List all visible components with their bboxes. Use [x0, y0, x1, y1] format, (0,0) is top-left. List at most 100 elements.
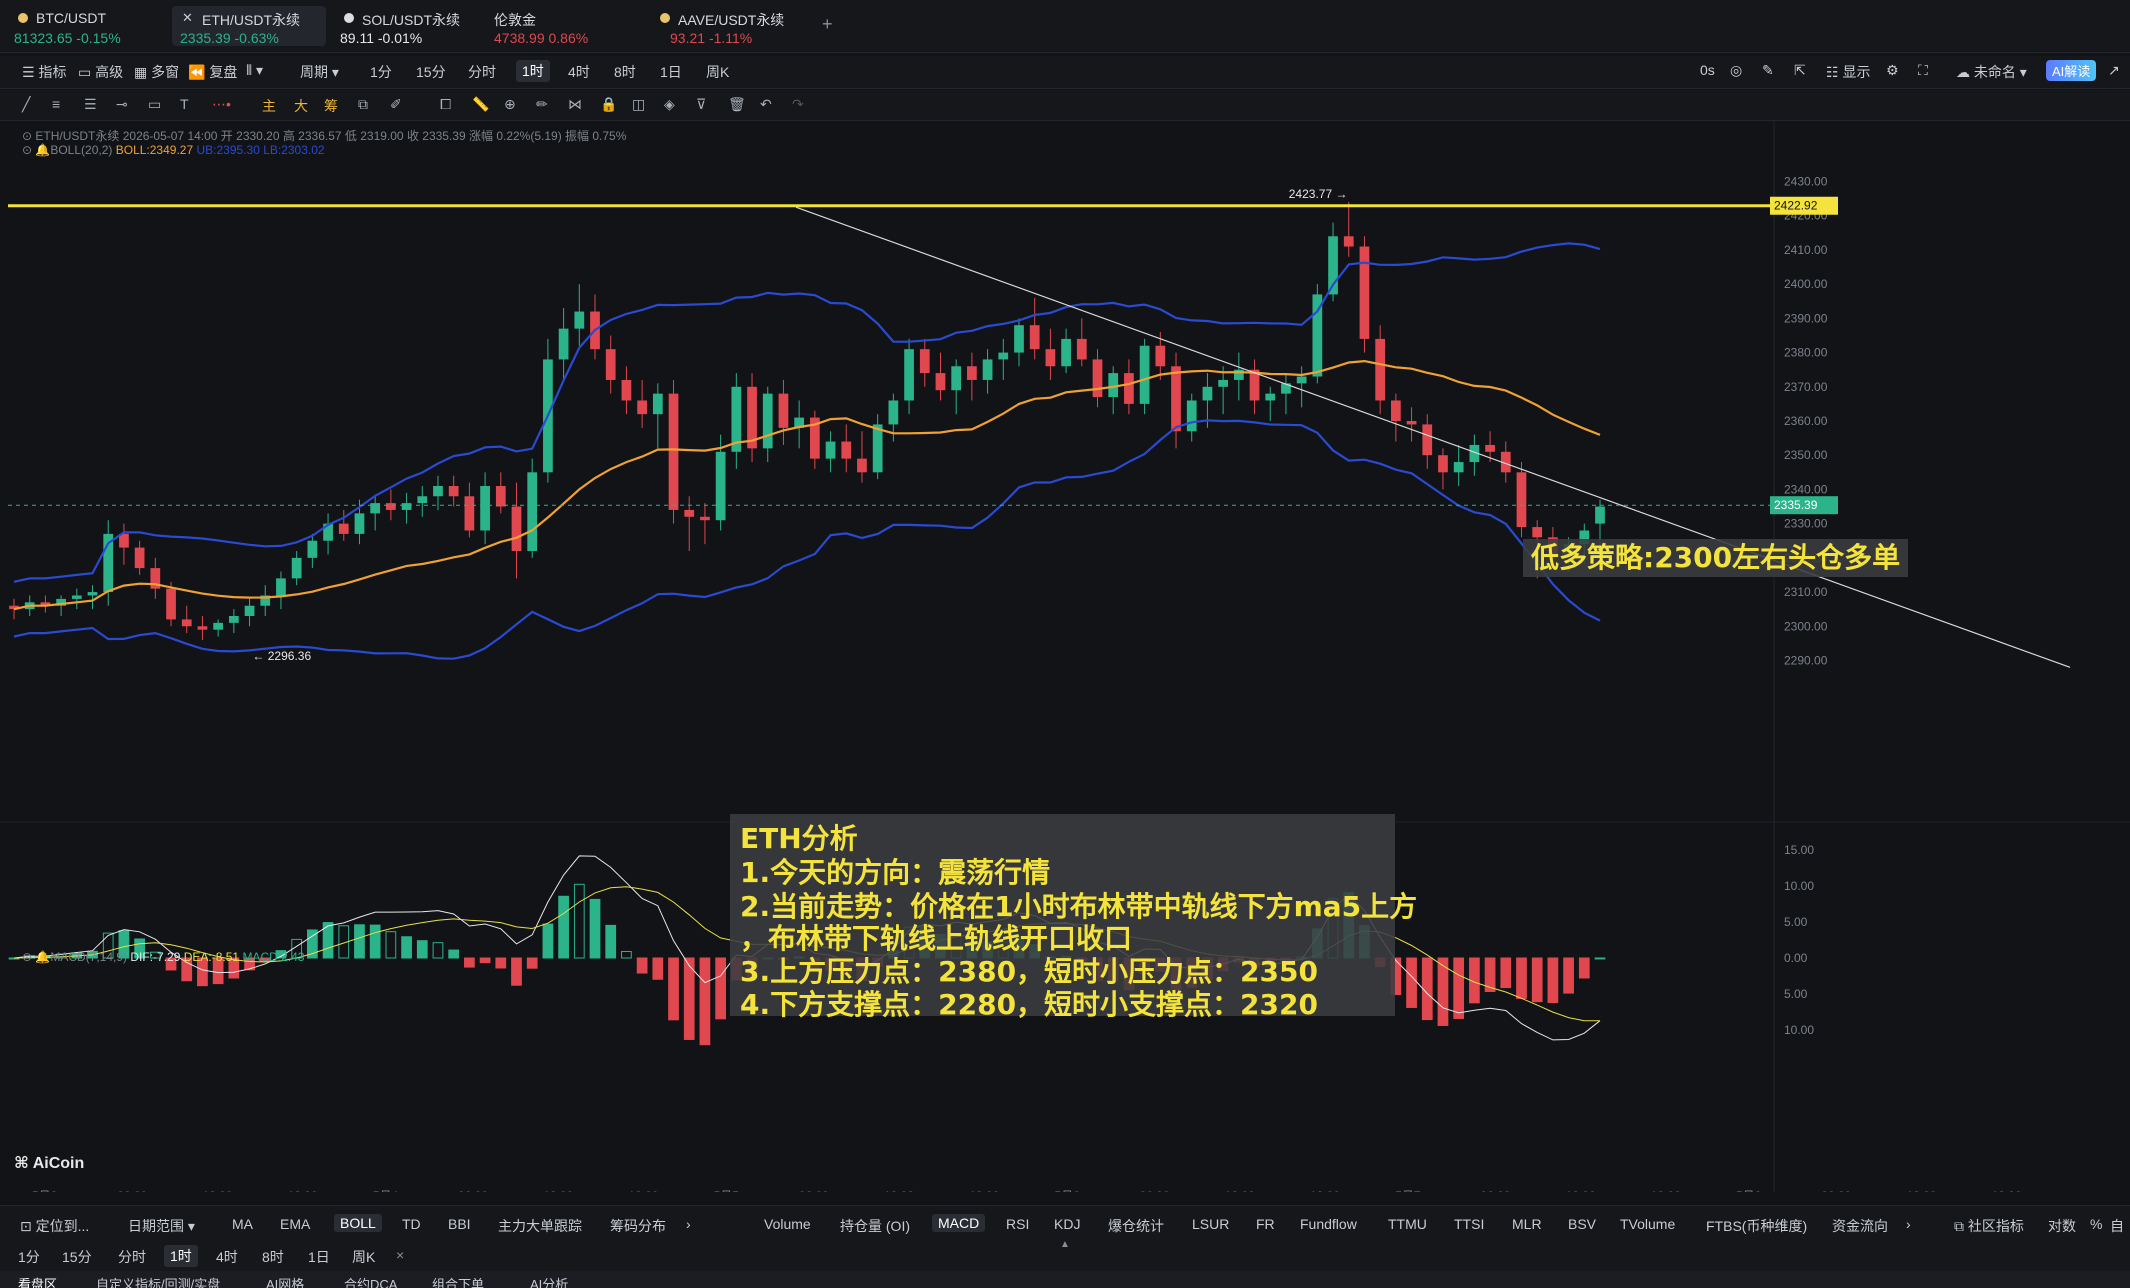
tab-combo-order[interactable]: 组合下单: [432, 1274, 484, 1288]
percent-toggle[interactable]: %: [2090, 1216, 2102, 1232]
hide-icon[interactable]: ◫: [632, 96, 645, 113]
chip-label[interactable]: 筹: [324, 96, 338, 116]
marker-tool-icon[interactable]: ⋯•: [212, 96, 231, 113]
tab-ai-analysis[interactable]: AI分析: [530, 1274, 568, 1288]
more-sub-icon[interactable]: ›: [1906, 1216, 1911, 1232]
chart-area[interactable]: 2430.00 2420.00 2410.00 2400.00 2390.00 2380.…: [0, 121, 2130, 1192]
sub-tvolume[interactable]: TVolume: [1620, 1216, 1675, 1232]
b-interval-week[interactable]: 周K: [352, 1247, 375, 1267]
advanced-button[interactable]: ▭ 高级: [78, 62, 123, 82]
camera-icon[interactable]: ◎: [1730, 62, 1742, 79]
b-interval-time[interactable]: 分时: [118, 1247, 146, 1267]
main-label[interactable]: 主: [262, 96, 276, 116]
tab-btc-usdt[interactable]: BTC/USDT 81323.65 -0.15%: [6, 6, 166, 46]
b-interval-4h[interactable]: 4时: [216, 1247, 238, 1267]
log-scale-toggle[interactable]: 对数: [2048, 1216, 2076, 1236]
b-interval-1d[interactable]: 1日: [308, 1247, 330, 1267]
period-dropdown[interactable]: 周期 ▾: [300, 62, 339, 82]
sub-mlr[interactable]: MLR: [1512, 1216, 1542, 1232]
lock-icon[interactable]: 🔒: [600, 96, 617, 113]
magnet-icon[interactable]: ⋈: [568, 96, 582, 113]
add-tab-button[interactable]: +: [822, 14, 833, 35]
interval-1m[interactable]: 1分: [370, 62, 392, 82]
clone-icon[interactable]: ⧠: [440, 96, 451, 113]
settings-icon[interactable]: ⚙: [1886, 62, 1899, 79]
tab-watch-area[interactable]: 看盘区: [18, 1274, 57, 1288]
sub-volume[interactable]: Volume: [764, 1216, 811, 1232]
tab-ai-grid[interactable]: AI网格: [266, 1274, 304, 1288]
trash-icon[interactable]: 🗑: [728, 96, 746, 113]
highlighter-icon[interactable]: ✏: [536, 96, 548, 113]
sub-liquidation[interactable]: 爆仓统计: [1108, 1216, 1164, 1236]
chart-type-icon[interactable]: ⦀ ▾: [246, 62, 263, 79]
filter-icon[interactable]: ⊽: [696, 96, 706, 113]
text-tool-icon[interactable]: T: [180, 96, 189, 112]
copy-icon[interactable]: ⧉: [358, 96, 368, 113]
interval-week[interactable]: 周K: [706, 62, 729, 82]
hline-tool-icon[interactable]: ≡: [52, 96, 60, 112]
b-interval-1m[interactable]: 1分: [18, 1247, 40, 1267]
interval-time[interactable]: 分时: [468, 62, 496, 82]
more-indicators-icon[interactable]: ›: [686, 1216, 691, 1232]
interval-8h[interactable]: 8时: [614, 62, 636, 82]
sub-lsur[interactable]: LSUR: [1192, 1216, 1229, 1232]
price-chart-svg[interactable]: 2430.002420.002410.002400.002390.002380.…: [0, 121, 2130, 1192]
ruler-icon[interactable]: 📏: [472, 96, 489, 113]
redo-icon[interactable]: ↷: [792, 96, 804, 113]
interval-1h[interactable]: 1时: [516, 60, 550, 82]
layout-dropdown[interactable]: ☁ 未命名 ▾: [1956, 62, 2027, 82]
ind-td[interactable]: TD: [402, 1216, 421, 1232]
tab-sol-usdt[interactable]: SOL/USDT永续 89.11 -0.01%: [332, 6, 482, 46]
collapse-handle-icon[interactable]: ▲: [1060, 1239, 1070, 1250]
sub-ttmu[interactable]: TTMU: [1388, 1216, 1427, 1232]
b-interval-15m[interactable]: 15分: [62, 1247, 92, 1267]
sub-bsv[interactable]: BSV: [1568, 1216, 1596, 1232]
layers-icon[interactable]: ◈: [664, 96, 675, 113]
rect-tool-icon[interactable]: ▭: [148, 96, 161, 113]
sub-kdj[interactable]: KDJ: [1054, 1216, 1080, 1232]
sub-ttsi[interactable]: TTSI: [1454, 1216, 1484, 1232]
sub-fund-flow[interactable]: 资金流向: [1832, 1216, 1888, 1236]
community-indicator-button[interactable]: ⧉ 社区指标: [1954, 1216, 2024, 1236]
ind-chip[interactable]: 筹码分布: [610, 1216, 666, 1236]
interval-15m[interactable]: 15分: [416, 62, 446, 82]
line-tool-icon[interactable]: ╱: [22, 96, 30, 113]
locate-button[interactable]: ⊡ 定位到...: [20, 1216, 89, 1236]
ind-ma[interactable]: MA: [232, 1216, 253, 1232]
tab-london-gold[interactable]: 伦敦金 4738.99 0.86%: [490, 6, 640, 46]
tab-contract-dca[interactable]: 合约DCA: [344, 1274, 397, 1288]
channel-tool-icon[interactable]: ☰: [84, 96, 97, 113]
fullscreen-icon[interactable]: ⛶: [1918, 62, 1928, 79]
tab-eth-usdt-active[interactable]: ✕ ETH/USDT永续 2335.39 -0.63%: [172, 6, 326, 46]
sub-ftbs[interactable]: FTBS(币种维度): [1706, 1216, 1807, 1236]
ind-boll[interactable]: BOLL: [334, 1214, 382, 1232]
close-interval-bar-button[interactable]: ×: [396, 1247, 404, 1263]
trend-icon[interactable]: ↗: [2108, 62, 2120, 79]
brush-icon[interactable]: ✐: [390, 96, 402, 113]
close-tab-icon[interactable]: ✕: [182, 10, 193, 26]
ind-ema[interactable]: EMA: [280, 1216, 310, 1232]
replay-button[interactable]: ⏪ 复盘: [188, 62, 237, 82]
auto-toggle[interactable]: 自: [2110, 1216, 2124, 1236]
date-range-dropdown[interactable]: 日期范围 ▾: [128, 1216, 195, 1236]
interval-4h[interactable]: 4时: [568, 62, 590, 82]
pen-icon[interactable]: ✎: [1762, 62, 1774, 79]
ray-tool-icon[interactable]: ⊸: [116, 96, 128, 113]
ai-interpret-button[interactable]: AI解读: [2046, 60, 2097, 81]
sub-fr[interactable]: FR: [1256, 1216, 1275, 1232]
sub-rsi[interactable]: RSI: [1006, 1216, 1029, 1232]
tab-aave-usdt[interactable]: AAVE/USDT永续 93.21 -1.11%: [648, 6, 808, 46]
sub-fundflow[interactable]: Fundflow: [1300, 1216, 1357, 1232]
undo-icon[interactable]: ↶: [760, 96, 772, 113]
interval-1d[interactable]: 1日: [660, 62, 682, 82]
big-label[interactable]: 大: [294, 96, 308, 116]
ind-bbi[interactable]: BBI: [448, 1216, 471, 1232]
share-icon[interactable]: ⇱: [1794, 62, 1806, 79]
zoom-icon[interactable]: ⊕: [504, 96, 516, 113]
b-interval-1h[interactable]: 1时: [164, 1245, 198, 1267]
tab-custom-indicator[interactable]: 自定义指标/回测/实盘: [96, 1274, 220, 1288]
multi-window-button[interactable]: ▦ 多窗: [134, 62, 179, 82]
b-interval-8h[interactable]: 8时: [262, 1247, 284, 1267]
sub-macd[interactable]: MACD: [932, 1214, 986, 1232]
ind-main-order[interactable]: 主力大单跟踪: [498, 1216, 582, 1236]
